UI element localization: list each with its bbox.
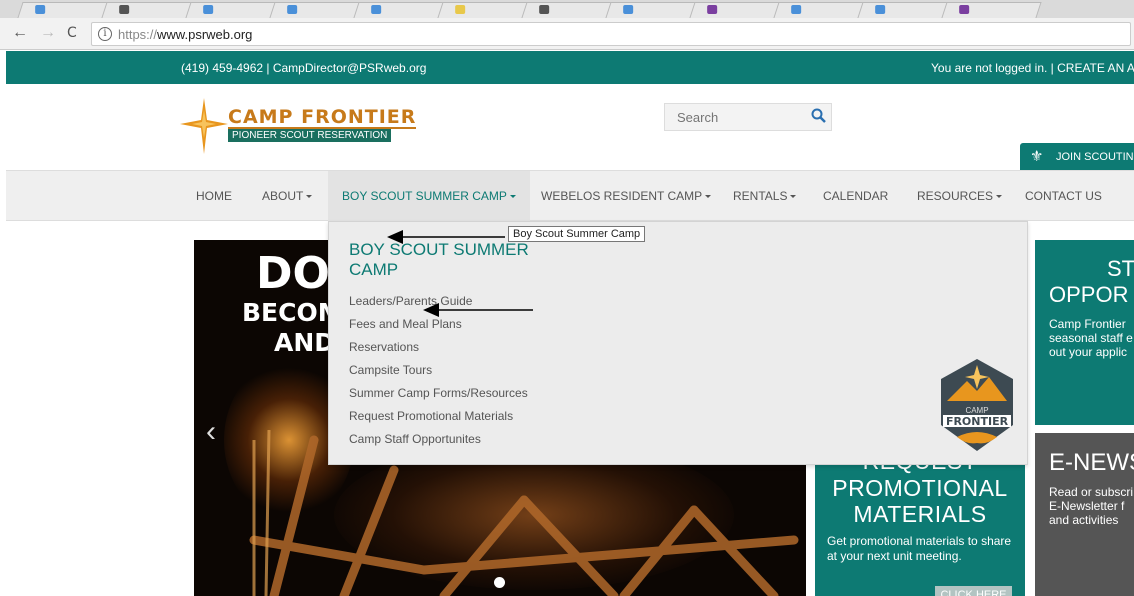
tooltip: Boy Scout Summer Camp [508, 226, 646, 242]
address-bar[interactable]: i https://www.psrweb.org [91, 22, 1131, 46]
enews-text-line2: E-Newsletter f [1049, 499, 1125, 513]
chevron-down-icon [705, 195, 712, 199]
carousel-prev-icon[interactable]: ‹ [206, 415, 216, 449]
dropdown-link-campsite-tours[interactable]: Campsite Tours [349, 363, 432, 377]
staff-text-line3: out your applic [1049, 345, 1128, 359]
dropdown-link-request-promotional-materials[interactable]: Request Promotional Materials [349, 409, 513, 423]
info-icon[interactable]: i [98, 27, 112, 41]
nav-resources-label: RESOURCES [917, 189, 994, 203]
search-input[interactable] [665, 104, 801, 130]
promo-text: Get promotional materials to share at yo… [827, 534, 1012, 563]
boy-scout-dropdown-menu: BOY SCOUT SUMMER CAMP Leaders/Parents Gu… [328, 221, 1028, 465]
url-text: https://www.psrweb.org [118, 27, 252, 42]
enews-text-line3: and activities [1049, 513, 1119, 527]
site-topbar: (419) 459-4962 | CampDirector@PSRweb.org… [6, 51, 1134, 84]
tab-favicon-icon [287, 5, 298, 14]
nav-rentals-label: RENTALS [733, 189, 788, 203]
dropdown-link-camp-staff-opportunities[interactable]: Camp Staff Opportunites [349, 432, 481, 446]
nav-resources[interactable]: RESOURCES [917, 171, 1003, 221]
tab-favicon-icon [203, 5, 214, 14]
promo-heading-line1: PROMOTIONAL [832, 475, 1008, 501]
browser-tabstrip [0, 0, 1134, 18]
contact-info: (419) 459-4962 | CampDirector@PSRweb.org [181, 61, 427, 75]
nav-home[interactable]: HOME [196, 171, 232, 221]
browser-toolbar: ← → C i https://www.psrweb.org [0, 18, 1134, 50]
nav-webelos-resident-camp[interactable]: WEBELOS RESIDENT CAMP [541, 171, 712, 221]
hero-heading-line1: DO [256, 248, 330, 299]
forward-button[interactable]: → [40, 25, 56, 41]
nav-webelos-label: WEBELOS RESIDENT CAMP [541, 189, 703, 203]
nav-calendar[interactable]: CALENDAR [823, 171, 888, 221]
dropdown-link-reservations[interactable]: Reservations [349, 340, 419, 354]
staff-heading-line1: ST [1107, 256, 1134, 281]
tab-favicon-icon [35, 5, 46, 14]
tab-favicon-icon [539, 5, 550, 14]
search-box [664, 103, 832, 131]
carousel-dot[interactable] [494, 577, 505, 588]
logo-subtitle: PIONEER SCOUT RESERVATION [228, 129, 392, 142]
nav-boy-scout-label: BOY SCOUT SUMMER CAMP [342, 189, 507, 203]
tab-favicon-icon [371, 5, 382, 14]
staff-heading-line2: OPPOR [1049, 282, 1129, 307]
back-button[interactable]: ← [12, 25, 28, 41]
staff-text-line2: seasonal staff e [1049, 331, 1133, 345]
site-logo[interactable]: CAMP FRONTIER PIONEER SCOUT RESERVATION [180, 98, 417, 154]
main-nav: HOME ABOUT BOY SCOUT SUMMER CAMP WEBELOS… [6, 170, 1134, 221]
fleur-de-lis-icon: ⚜ [1030, 148, 1044, 165]
tab-favicon-icon [623, 5, 634, 14]
nav-about[interactable]: ABOUT [262, 171, 313, 221]
enews-panel[interactable]: E-NEWS Read or subscri E-Newsletter f an… [1035, 433, 1134, 596]
promo-heading-line2: MATERIALS [853, 501, 987, 527]
tab-favicon-icon [875, 5, 886, 14]
chevron-down-icon [306, 195, 313, 199]
dropdown-link-leaders-parents-guide[interactable]: Leaders/Parents Guide [349, 294, 472, 308]
tab-favicon-icon [791, 5, 802, 14]
tab-favicon-icon [959, 5, 970, 14]
reload-button[interactable]: C [67, 25, 77, 41]
join-label: JOIN SCOUTING [1056, 151, 1134, 163]
url-host: www.psrweb.org [157, 27, 253, 42]
chevron-down-icon [996, 195, 1003, 199]
badge-camp-text: CAMP [965, 406, 988, 415]
dropdown-link-summer-camp-forms[interactable]: Summer Camp Forms/Resources [349, 386, 528, 400]
chevron-down-icon [509, 195, 516, 199]
nav-about-label: ABOUT [262, 189, 304, 203]
click-here-button[interactable]: CLICK HERE [935, 586, 1012, 596]
join-scouting-button[interactable]: ⚜ JOIN SCOUTING [1020, 143, 1134, 170]
badge-frontier-text: FRONTIER [946, 415, 1009, 428]
tab-favicon-icon [455, 5, 466, 14]
camp-frontier-badge-logo: CAMP FRONTIER [941, 359, 1013, 451]
staff-text-line1: Camp Frontier [1049, 317, 1126, 331]
staff-opportunities-panel[interactable]: ST OPPOR Camp Frontier seasonal staff e … [1035, 240, 1134, 425]
browser-tab[interactable] [941, 2, 1042, 18]
nav-rentals[interactable]: RENTALS [733, 171, 797, 221]
chevron-down-icon [790, 195, 797, 199]
url-scheme: https:// [118, 27, 158, 42]
hero-heading-line3: AND [274, 328, 336, 357]
tab-favicon-icon [707, 5, 718, 14]
nav-contact-us[interactable]: CONTACT US [1025, 171, 1102, 221]
enews-text-line1: Read or subscri [1049, 485, 1134, 499]
search-icon[interactable] [811, 108, 827, 124]
logo-name: CAMP FRONTIER [228, 106, 417, 129]
login-status[interactable]: You are not logged in. | CREATE AN AC [931, 61, 1134, 75]
enews-heading: E-NEWS [1049, 449, 1134, 476]
nav-boy-scout-summer-camp[interactable]: BOY SCOUT SUMMER CAMP [328, 171, 530, 221]
dropdown-title[interactable]: BOY SCOUT SUMMER CAMP [349, 240, 549, 280]
compass-star-icon [180, 98, 228, 154]
dropdown-link-fees-meal-plans[interactable]: Fees and Meal Plans [349, 317, 462, 331]
tab-favicon-icon [119, 5, 130, 14]
